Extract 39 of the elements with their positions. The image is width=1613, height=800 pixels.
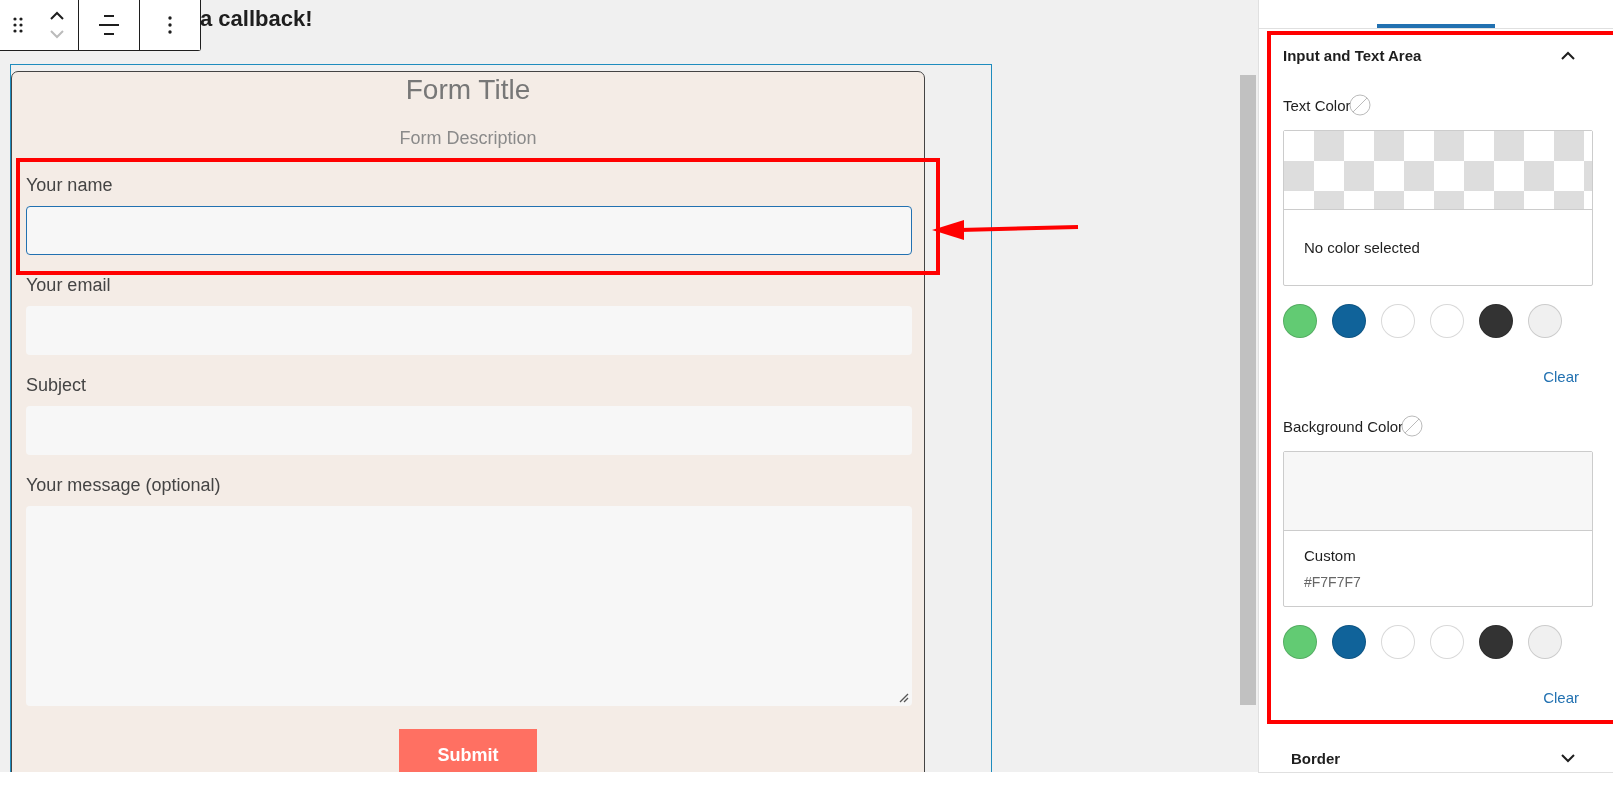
no-color-icon xyxy=(1401,415,1424,437)
panel-title[interactable]: Border xyxy=(1281,750,1341,767)
color-swatch[interactable] xyxy=(1283,304,1317,338)
setting-label: Text Color xyxy=(1283,96,1351,114)
form-title: Form Title xyxy=(405,73,531,106)
color-swatch[interactable] xyxy=(1528,304,1562,338)
panel-title[interactable]: Input and Text Area xyxy=(1283,47,1422,64)
clear-link[interactable]: Clear xyxy=(1543,689,1579,706)
color-swatch[interactable] xyxy=(1332,304,1366,338)
field-label: Subject xyxy=(26,375,87,396)
input-field[interactable] xyxy=(26,206,912,255)
color-picker[interactable]: Custom #F7F7F7 xyxy=(1283,451,1593,607)
color-swatch[interactable] xyxy=(1381,625,1415,659)
chevron-down-icon[interactable] xyxy=(1561,754,1575,763)
color-status: No color selected xyxy=(1304,239,1420,256)
color-name: Custom xyxy=(1304,547,1356,564)
scrollbar-thumb[interactable] xyxy=(1240,75,1256,705)
drag-handle-icon[interactable] xyxy=(13,17,23,33)
more-options-icon[interactable] xyxy=(168,16,172,34)
chevron-up-icon[interactable] xyxy=(1561,51,1575,60)
clear-link[interactable]: Clear xyxy=(1543,368,1579,385)
color-swatch[interactable] xyxy=(1479,625,1513,659)
field-label: Your name xyxy=(26,175,113,196)
color-hex: #F7F7F7 xyxy=(1304,574,1361,590)
color-swatch[interactable] xyxy=(1283,625,1317,659)
page-heading: a callback! xyxy=(200,6,313,32)
color-swatch[interactable] xyxy=(1479,304,1513,338)
color-swatch[interactable] xyxy=(1528,625,1562,659)
setting-label: Background Color xyxy=(1283,417,1404,435)
color-swatch[interactable] xyxy=(1381,304,1415,338)
color-picker[interactable]: No color selected xyxy=(1283,130,1593,286)
align-icon[interactable] xyxy=(98,14,120,36)
color-swatch[interactable] xyxy=(1430,304,1464,338)
form-description: Form Description xyxy=(399,128,537,149)
color-swatch[interactable] xyxy=(1332,625,1366,659)
resize-grip-icon[interactable] xyxy=(899,693,909,703)
color-swatch[interactable] xyxy=(1430,625,1464,659)
field-label: Your message (optional) xyxy=(26,475,221,496)
field-label: Your email xyxy=(26,275,111,296)
